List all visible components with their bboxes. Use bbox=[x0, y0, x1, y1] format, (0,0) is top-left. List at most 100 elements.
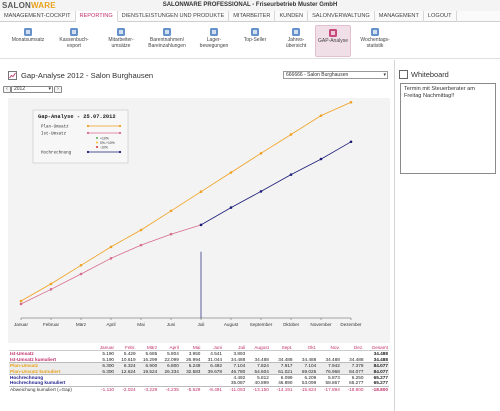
cash-withdrawals-icon bbox=[163, 28, 171, 36]
data-point-plan-umsatz-4 bbox=[139, 228, 143, 232]
table-cell: -1.110 bbox=[93, 385, 116, 393]
table-cell: -3.229 bbox=[136, 385, 159, 393]
toolbar-label: Kassenbuch-export bbox=[59, 37, 89, 49]
year-select[interactable]: 2012 ▾ bbox=[11, 86, 53, 93]
table-cell: -15.824 bbox=[293, 385, 318, 393]
toolbar-stock-movements-button[interactable]: Lager-bewegungen bbox=[196, 25, 232, 57]
toolbar-label: Wochentags-statistik bbox=[360, 37, 390, 49]
menu-item-kunden[interactable]: KUNDEN bbox=[275, 11, 309, 22]
legend-marker bbox=[118, 124, 122, 128]
table-cell: -2.024 bbox=[115, 385, 137, 393]
legend-marker bbox=[86, 131, 90, 135]
gap-analysis-table: Januar Febr. März April Mai Juni Juli August Sep… bbox=[9, 345, 389, 393]
x-tick-label: Juni bbox=[167, 322, 175, 327]
legend-indicator-label: 0%-+10% bbox=[100, 141, 115, 145]
year-select-value: 2012 bbox=[14, 86, 26, 92]
toolbar-gap-analysis-button[interactable]: GAP-Analyse bbox=[315, 25, 351, 57]
table-row-label: Abweichung kumuliert (=Gap) bbox=[9, 385, 94, 393]
toolbar-weekday-statistics-button[interactable]: Wochentags-statistik bbox=[357, 25, 393, 57]
data-point-plan-umsatz-9 bbox=[289, 133, 293, 136]
toolbar-annual-overview-button[interactable]: Jahres-übersicht bbox=[282, 25, 310, 57]
page-title-text: Gap-Analyse 2012 - Salon Burghausen bbox=[21, 71, 154, 80]
data-point-plan-umsatz-8 bbox=[259, 152, 263, 155]
menu-item-management[interactable]: MANAGEMENT bbox=[375, 11, 424, 22]
table-cell: -5.629 bbox=[179, 385, 202, 393]
x-tick-label: August bbox=[224, 322, 239, 327]
whiteboard-textarea[interactable]: Termin mit Steuerberater am Freitag Nach… bbox=[400, 83, 496, 174]
x-tick-label: April bbox=[106, 322, 115, 327]
legend-indicator-dot bbox=[96, 141, 98, 144]
toolbar-label: Lager-bewegungen bbox=[199, 37, 229, 49]
data-point-ist-umsatz-2 bbox=[79, 272, 83, 276]
legend-indicator-dot bbox=[96, 146, 98, 148]
legend-marker bbox=[86, 150, 90, 154]
whiteboard-text: Termin mit Steuerberater am Freitag Nach… bbox=[404, 86, 475, 99]
table-cell: -8.491 bbox=[201, 385, 224, 393]
toolbar-monthly-revenue-button[interactable]: Monatsumsatz bbox=[8, 25, 48, 57]
gap-analysis-chart: Januar Februar März April Mai Juni Juli August S… bbox=[8, 98, 390, 343]
whiteboard-panel: Whiteboard Termin mit Steuerberater am F… bbox=[394, 60, 500, 411]
toolbar-employee-revenue-button[interactable]: Mitarbeiter-umsätze bbox=[103, 25, 139, 57]
data-point-hochrechnung-10 bbox=[319, 157, 323, 161]
menu-item-dienstleistungen-und-produkte[interactable]: DIENSTLEISTUNGEN UND PRODUKTE bbox=[118, 11, 230, 22]
menu-item-reporting[interactable]: REPORTING bbox=[75, 11, 118, 22]
chart-icon bbox=[8, 71, 17, 80]
legend-label: Plan-Umsatz bbox=[41, 125, 69, 130]
table-cell: -14.191 bbox=[269, 385, 294, 393]
data-point-hochrechnung-9 bbox=[289, 173, 293, 176]
data-point-hochrechnung-11 bbox=[349, 140, 353, 144]
x-tick-label: Februar bbox=[43, 322, 60, 327]
data-point-plan-umsatz-10 bbox=[319, 114, 323, 117]
main-panel: Gap-Analyse 2012 - Salon Burghausen 6666… bbox=[0, 60, 392, 411]
toolbar-cash-withdrawals-button[interactable]: Barentnahmen/Bareinzahlungen bbox=[143, 25, 191, 57]
table-cell: -17.894 bbox=[317, 385, 341, 393]
x-tick-label: Dezember bbox=[340, 322, 362, 327]
annual-overview-icon bbox=[292, 28, 300, 36]
legend-marker bbox=[118, 131, 122, 135]
weekday-statistics-icon bbox=[371, 28, 379, 36]
menu-item-mitarbeiter[interactable]: MITARBEITER bbox=[229, 11, 276, 22]
chart-title: Gap-Analyse - 25.07.2012 bbox=[38, 114, 116, 120]
salon-select[interactable]: 666666 - Salon Burghausen ▾ bbox=[283, 71, 388, 79]
chevron-down-icon: ▾ bbox=[48, 86, 51, 92]
toolbar-label: Monatsumsatz bbox=[11, 37, 45, 43]
reporting-toolbar: Monatsumsatz Kassenbuch-export Mitarbeiter… bbox=[0, 23, 500, 59]
next-year-button[interactable]: › bbox=[54, 86, 62, 93]
table-cell: -18.800 bbox=[340, 385, 365, 393]
data-point-plan-umsatz-5 bbox=[169, 209, 173, 213]
data-point-ist-umsatz-0 bbox=[19, 302, 23, 306]
legend-indicator-label: -10% bbox=[100, 145, 108, 149]
legend-label: Hochrechnung bbox=[41, 151, 72, 156]
toolbar-label: Barentnahmen/Bareinzahlungen bbox=[148, 37, 186, 49]
toolbar-label: GAP-Analyse bbox=[317, 38, 348, 44]
data-point-plan-umsatz-3 bbox=[109, 245, 113, 249]
x-tick-label: Mai bbox=[137, 322, 144, 327]
menu-item-salonverwaltung[interactable]: SALONVERWALTUNG bbox=[308, 11, 375, 22]
toolbar-top-seller-button[interactable]: Top-Seller bbox=[241, 25, 269, 57]
menu-item-logout[interactable]: LOGOUT bbox=[424, 11, 457, 22]
legend-marker bbox=[118, 150, 122, 154]
toolbar-cashbook-export-button[interactable]: Kassenbuch-export bbox=[56, 25, 92, 57]
prev-year-button[interactable]: ‹ bbox=[3, 86, 11, 93]
x-tick-label: November bbox=[310, 322, 332, 327]
whiteboard-title: Whiteboard bbox=[411, 70, 449, 79]
salon-select-value: 666666 - Salon Burghausen bbox=[286, 72, 349, 78]
x-tick-label: Januar bbox=[14, 322, 29, 327]
series-line-hochrechnung bbox=[200, 141, 352, 226]
data-point-hochrechnung-8 bbox=[259, 190, 263, 193]
x-tick-label: Oktober bbox=[283, 322, 300, 327]
top-seller-icon bbox=[251, 28, 259, 36]
table-cell: -18.800 bbox=[364, 385, 389, 393]
toolbar-label: Jahres-übersicht bbox=[285, 37, 307, 49]
chart-svg: Januar Februar März April Mai Juni Juli August S… bbox=[14, 101, 362, 327]
stock-movements-icon bbox=[210, 28, 218, 36]
legend-indicator-label: +10% bbox=[100, 136, 109, 140]
series-line-ist-umsatz bbox=[20, 224, 202, 305]
table-cell: -13.150 bbox=[246, 385, 270, 393]
data-point-hochrechnung-7 bbox=[229, 206, 233, 209]
data-point-plan-umsatz-6 bbox=[199, 190, 203, 193]
legend-marker bbox=[86, 124, 90, 128]
page-title: Gap-Analyse 2012 - Salon Burghausen bbox=[8, 71, 153, 80]
app-title: SALONWARE PROFESSIONAL - Friseurbetrieb … bbox=[162, 2, 338, 8]
menu-item-management-cockpit[interactable]: MANAGEMENT-COCKPIT bbox=[0, 11, 76, 22]
